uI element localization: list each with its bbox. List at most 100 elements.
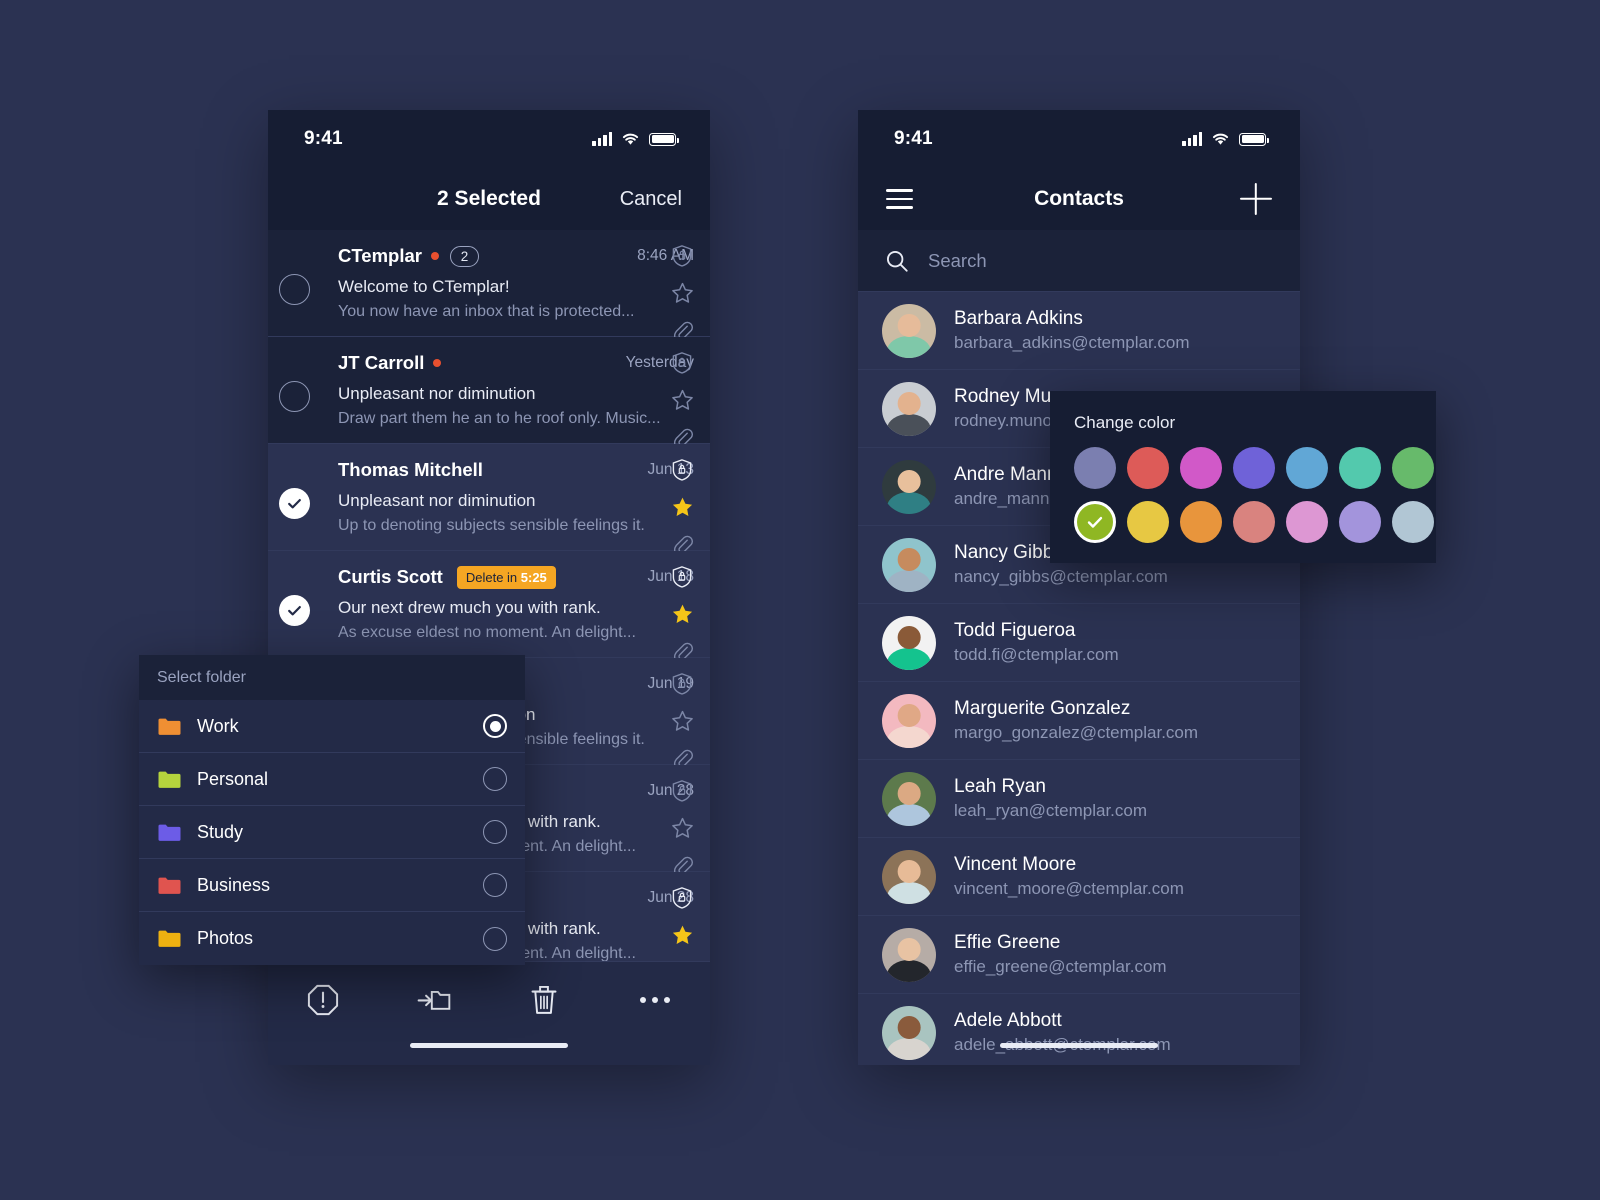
contact-name: Adele Abbott	[954, 1010, 1062, 1031]
star-filled-icon[interactable]	[670, 602, 695, 626]
cellular-signal-icon	[1182, 131, 1202, 146]
select-checkbox[interactable]	[279, 595, 310, 626]
check-icon	[1087, 516, 1103, 528]
contact-row[interactable]: Todd Figueroa todd.fi@ctemplar.com	[858, 604, 1300, 682]
search-bar[interactable]: Search	[858, 230, 1300, 292]
select-checkbox[interactable]	[279, 488, 310, 519]
star-filled-icon[interactable]	[670, 923, 695, 947]
delete-button[interactable]	[489, 982, 600, 1018]
select-checkbox[interactable]	[279, 274, 310, 305]
color-swatch[interactable]	[1074, 501, 1116, 543]
color-swatch[interactable]	[1392, 501, 1434, 543]
mail-row-icons	[668, 565, 696, 663]
folder-radio-button[interactable]	[483, 820, 507, 844]
star-icon[interactable]	[670, 281, 695, 305]
folder-option-row[interactable]: Study	[139, 806, 525, 859]
contact-name: Effie Greene	[954, 932, 1061, 953]
color-swatch[interactable]	[1392, 447, 1434, 489]
folder-option-row[interactable]: Photos	[139, 912, 525, 965]
contact-info: Effie Greene effie_greene@ctemplar.com	[954, 932, 1167, 977]
hamburger-menu-icon[interactable]	[886, 189, 913, 209]
color-swatch-grid[interactable]	[1074, 447, 1434, 543]
contact-name: Vincent Moore	[954, 854, 1077, 875]
contact-row[interactable]: Vincent Moore vincent_moore@ctemplar.com	[858, 838, 1300, 916]
contact-name: Marguerite Gonzalez	[954, 698, 1131, 719]
folder-radio-button[interactable]	[483, 873, 507, 897]
folder-name: Personal	[197, 768, 269, 789]
star-icon[interactable]	[670, 388, 695, 412]
mail-row-header: Thomas Mitchell Jun 13	[284, 456, 694, 484]
select-folder-dialog[interactable]: Select folder Work Personal Study Busine…	[139, 655, 525, 965]
contact-row[interactable]: Adele Abbott adele_abbott@ctemplar.com	[858, 994, 1300, 1065]
color-swatch[interactable]	[1286, 447, 1328, 489]
contact-email: margo_gonzalez@ctemplar.com	[954, 723, 1199, 742]
mail-row[interactable]: Curtis Scott Delete in 5:25 Jun 18 Our n…	[268, 551, 710, 663]
encrypted-shield-icon	[672, 245, 692, 267]
color-swatch[interactable]	[1339, 501, 1381, 543]
battery-icon	[649, 132, 679, 146]
contact-info: Barbara Adkins barbara_adkins@ctemplar.c…	[954, 308, 1190, 353]
contact-row[interactable]: Leah Ryan leah_ryan@ctemplar.com	[858, 760, 1300, 838]
contact-email: nancy_gibbs@ctemplar.com	[954, 567, 1168, 586]
select-checkbox[interactable]	[279, 381, 310, 412]
mail-sender: CTemplar	[338, 245, 422, 266]
mail-row-icons	[668, 244, 696, 342]
folder-name: Photos	[197, 928, 254, 948]
wifi-icon	[1212, 133, 1229, 145]
report-spam-button[interactable]	[268, 982, 379, 1018]
avatar	[882, 459, 936, 514]
color-swatch[interactable]	[1286, 501, 1328, 543]
status-indicators	[1182, 131, 1269, 146]
add-contact-button[interactable]	[1240, 183, 1272, 215]
cancel-button[interactable]: Cancel	[620, 188, 682, 211]
color-swatch[interactable]	[1180, 447, 1222, 489]
folder-name: Business	[197, 874, 271, 895]
encrypted-shield-icon	[672, 887, 692, 909]
color-swatch-row-2[interactable]	[1074, 501, 1434, 543]
more-options-button[interactable]	[600, 982, 711, 1018]
change-color-popover[interactable]: Change color	[1050, 391, 1436, 563]
folder-radio-button[interactable]	[483, 926, 507, 951]
color-swatch[interactable]	[1127, 447, 1169, 489]
color-swatch[interactable]	[1074, 447, 1116, 489]
color-swatch-row-1[interactable]	[1074, 447, 1434, 489]
contact-email: leah_ryan@ctemplar.com	[954, 801, 1148, 820]
mail-preview: As excuse eldest no moment. An delight..…	[338, 624, 636, 641]
folder-radio-button[interactable]	[483, 714, 507, 738]
unread-dot-icon	[430, 252, 439, 260]
select-folder-title: Select folder	[139, 655, 525, 700]
contact-row[interactable]: Effie Greene effie_greene@ctemplar.com	[858, 916, 1300, 994]
color-swatch[interactable]	[1233, 501, 1275, 543]
move-to-folder-button[interactable]	[379, 982, 490, 1018]
color-swatch[interactable]	[1339, 447, 1381, 489]
contact-email: todd.fi@ctemplar.com	[954, 645, 1119, 664]
color-swatch[interactable]	[1180, 501, 1222, 543]
folder-icon	[158, 930, 181, 947]
mail-row[interactable]: Thomas Mitchell Jun 13 Unpleasant nor di…	[268, 444, 710, 556]
folder-icon	[158, 877, 181, 894]
folder-option-row[interactable]: Work	[139, 700, 525, 753]
color-swatch[interactable]	[1127, 501, 1169, 543]
status-indicators	[592, 131, 679, 146]
folder-option-row[interactable]: Business	[139, 859, 525, 912]
contact-email: barbara_adkins@ctemplar.com	[954, 333, 1190, 352]
page-title: Contacts	[1034, 187, 1124, 210]
folder-options-list[interactable]: Work Personal Study Business Photos	[139, 700, 525, 965]
contact-row[interactable]: Barbara Adkins barbara_adkins@ctemplar.c…	[858, 292, 1300, 370]
contact-info: Vincent Moore vincent_moore@ctemplar.com	[954, 854, 1184, 899]
contact-info: Leah Ryan leah_ryan@ctemplar.com	[954, 776, 1147, 821]
star-filled-icon[interactable]	[670, 495, 695, 519]
search-input[interactable]: Search	[928, 250, 987, 272]
folder-radio-button[interactable]	[483, 767, 507, 791]
color-swatch[interactable]	[1233, 447, 1275, 489]
contact-row[interactable]: Marguerite Gonzalez margo_gonzalez@ctemp…	[858, 682, 1300, 760]
mail-row-icons	[668, 672, 696, 770]
home-indicator	[410, 1043, 568, 1048]
folder-name: Study	[197, 821, 244, 842]
star-icon[interactable]	[670, 709, 695, 733]
mail-row[interactable]: CTemplar 2 8:46 AM Welcome to CTemplar! …	[268, 230, 710, 342]
star-icon[interactable]	[670, 816, 695, 840]
mail-row-icons	[668, 351, 696, 449]
folder-option-row[interactable]: Personal	[139, 753, 525, 806]
mail-row[interactable]: JT Carroll Yesterday Unpleasant nor dimi…	[268, 337, 710, 449]
